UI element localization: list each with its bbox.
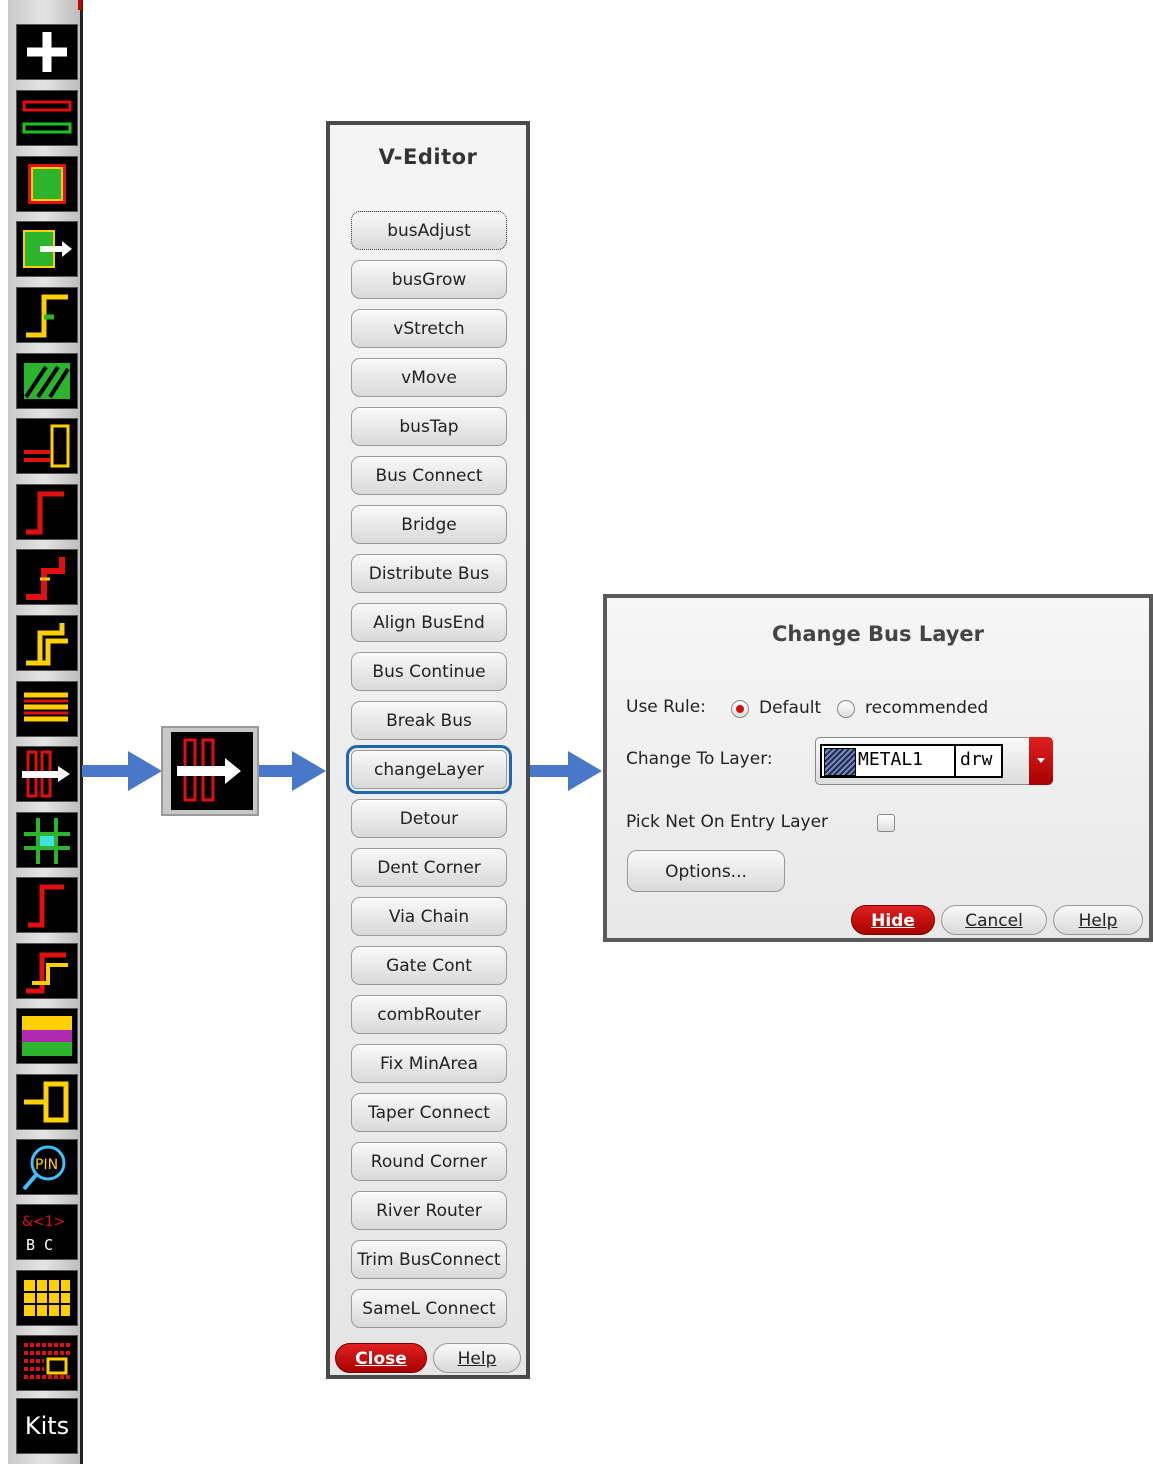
- cancel-button[interactable]: Cancel: [941, 905, 1047, 935]
- bus-tap-icon[interactable]: [16, 418, 78, 474]
- diagonal-hatch-icon[interactable]: [16, 353, 78, 409]
- svg-text:B C: B C: [26, 1236, 53, 1254]
- hide-button[interactable]: Hide: [851, 905, 935, 935]
- change-layer-icon-enlarged: [161, 726, 259, 816]
- veditor-button-bridge[interactable]: Bridge: [351, 505, 507, 544]
- distribute-bus-icon[interactable]: [16, 681, 78, 737]
- svg-text:&<1>: &<1>: [22, 1214, 65, 1230]
- veditor-button-trim-busconnect[interactable]: Trim BusConnect: [351, 1240, 507, 1279]
- corner-wire-icon[interactable]: [16, 484, 78, 540]
- options-button[interactable]: Options...: [627, 850, 785, 892]
- veditor-button-fix-minarea[interactable]: Fix MinArea: [351, 1044, 507, 1083]
- veditor-button-busadjust[interactable]: busAdjust: [351, 211, 507, 250]
- veditor-button-changelayer[interactable]: changeLayer: [346, 745, 512, 794]
- veditor-button-river-router[interactable]: River Router: [351, 1191, 507, 1230]
- veditor-button-distribute-bus[interactable]: Distribute Bus: [351, 554, 507, 593]
- veditor-button-combrouter[interactable]: combRouter: [351, 995, 507, 1034]
- veditor-button-via-chain[interactable]: Via Chain: [351, 897, 507, 936]
- layer-pattern-icon: [824, 748, 856, 776]
- arrow-1-shaft: [82, 765, 132, 777]
- veditor-button-bus-connect[interactable]: Bus Connect: [351, 456, 507, 495]
- toolbar-accent: [78, 0, 82, 10]
- arrow-3-head: [568, 751, 602, 791]
- change-bus-layer-dialog: Change Bus Layer Use Rule: Default recom…: [603, 594, 1153, 942]
- veditor-button-round-corner[interactable]: Round Corner: [351, 1142, 507, 1181]
- veditor-button-bustap[interactable]: busTap: [351, 407, 507, 446]
- cross-grid-icon[interactable]: [16, 812, 78, 868]
- veditor-button-vmove[interactable]: vMove: [351, 358, 507, 397]
- layer-display: METAL1 drw: [820, 744, 1003, 778]
- pin-search-icon[interactable]: PIN: [16, 1139, 78, 1195]
- array-pattern-icon[interactable]: [16, 1335, 78, 1391]
- kits-icon[interactable]: Kits: [16, 1398, 78, 1454]
- pick-net-checkbox[interactable]: [877, 814, 895, 832]
- veditor-button-samel-connect[interactable]: SameL Connect: [351, 1289, 507, 1328]
- rule-default-radio[interactable]: [731, 700, 749, 718]
- arrow-1-head: [128, 751, 162, 791]
- arrow-2-head: [292, 751, 326, 791]
- change-layer-icon[interactable]: [16, 746, 78, 802]
- v-editor-title: V-Editor: [378, 145, 478, 169]
- arrow-2-shaft: [259, 765, 295, 777]
- veditor-button-dent-corner[interactable]: Dent Corner: [351, 848, 507, 887]
- help-button[interactable]: Help: [433, 1343, 521, 1373]
- step-wire-icon[interactable]: [16, 287, 78, 343]
- veditor-button-break-bus[interactable]: Break Bus: [351, 701, 507, 740]
- layer-purpose: drw: [960, 749, 993, 770]
- dialog-title: Change Bus Layer: [771, 622, 985, 646]
- add-icon[interactable]: [16, 24, 78, 80]
- rule-default-label[interactable]: Default: [759, 698, 821, 718]
- veditor-button-bus-continue[interactable]: Bus Continue: [351, 652, 507, 691]
- change-to-layer-label: Change To Layer:: [626, 749, 773, 769]
- veditor-button-busgrow[interactable]: busGrow: [351, 260, 507, 299]
- veditor-button-vstretch[interactable]: vStretch: [351, 309, 507, 348]
- layout-toolbar: PIN &<1> B C Kits: [8, 0, 83, 1464]
- corner-wire-2-icon[interactable]: [16, 877, 78, 933]
- chevron-down-icon[interactable]: [1029, 737, 1053, 785]
- bus-lines-icon[interactable]: [16, 90, 78, 146]
- veditor-button-taper-connect[interactable]: Taper Connect: [351, 1093, 507, 1132]
- svg-text:PIN: PIN: [35, 1157, 58, 1173]
- bus-label-icon[interactable]: &<1> B C: [16, 1204, 78, 1260]
- jog-wire-icon[interactable]: [16, 549, 78, 605]
- router-pattern-icon[interactable]: [16, 1008, 78, 1064]
- jog-wire-2-icon[interactable]: [16, 943, 78, 999]
- v-editor-panel: V-Editor busAdjust busGrow vStretch vMove bu…: [326, 121, 530, 1379]
- layer-name: METAL1: [858, 749, 924, 770]
- double-jog-icon[interactable]: [16, 615, 78, 671]
- layer-select[interactable]: METAL1 drw: [815, 737, 1053, 785]
- connect-icon[interactable]: [16, 1074, 78, 1130]
- veditor-button-gate-cont[interactable]: Gate Cont: [351, 946, 507, 985]
- use-rule-label: Use Rule:: [626, 697, 706, 717]
- rule-recommended-label[interactable]: recommended: [865, 698, 988, 718]
- veditor-button-detour[interactable]: Detour: [351, 799, 507, 838]
- help-button-dialog[interactable]: Help: [1053, 905, 1143, 935]
- rule-recommended-radio[interactable]: [837, 700, 855, 718]
- veditor-button-align-busend[interactable]: Align BusEnd: [351, 603, 507, 642]
- close-button[interactable]: Close: [335, 1343, 427, 1373]
- bus-move-icon[interactable]: [16, 221, 78, 277]
- grid-pattern-icon[interactable]: [16, 1270, 78, 1326]
- pick-net-label: Pick Net On Entry Layer: [626, 812, 829, 832]
- hatched-rect-icon[interactable]: [16, 156, 78, 212]
